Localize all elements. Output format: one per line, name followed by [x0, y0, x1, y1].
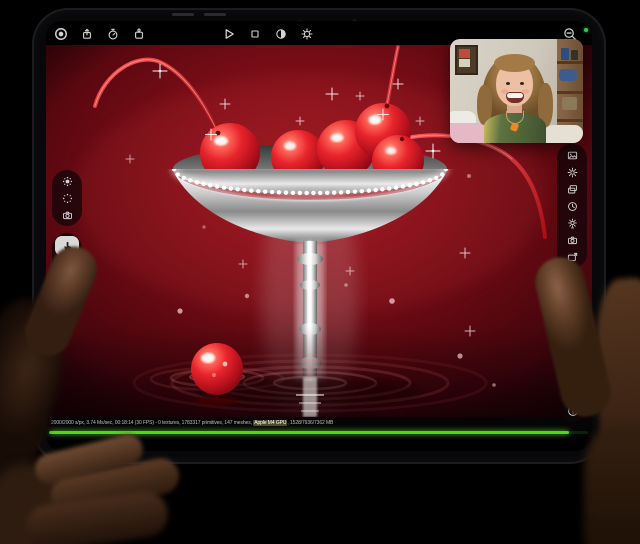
light-icon[interactable]	[56, 173, 78, 189]
left-hand-finger	[23, 488, 171, 544]
volume-button	[204, 13, 226, 16]
right-toolbar	[557, 144, 587, 268]
wall-art	[455, 45, 478, 75]
play-icon[interactable]	[220, 26, 237, 43]
gpu-label: Apple M4 GPU	[253, 420, 288, 426]
stats-right: , 1528/7936/7362 MB	[287, 420, 334, 426]
camera-active-indicator	[584, 28, 588, 32]
light-rig-icon[interactable]	[561, 215, 583, 231]
marketing-scene: 2000/2000 s/px, 3.74 Ms/sec, 00:18:14 (3…	[0, 0, 640, 544]
clock-icon[interactable]	[561, 198, 583, 214]
couch	[545, 125, 583, 143]
camera-icon[interactable]	[56, 207, 78, 223]
stop-icon[interactable]	[246, 26, 263, 43]
image-export-icon[interactable]	[561, 249, 583, 265]
top-toolbar-left	[52, 23, 147, 45]
top-toolbar-center	[220, 23, 315, 45]
ipad-screen: 2000/2000 s/px, 3.74 Ms/sec, 00:18:14 (3…	[46, 21, 592, 451]
render-settings-icon[interactable]	[298, 26, 315, 43]
stopwatch-icon[interactable]	[104, 26, 121, 43]
share-icon[interactable]	[78, 26, 95, 43]
left-hand-knuckles	[0, 464, 76, 544]
render-status-bar: 2000/2000 s/px, 3.74 Ms/sec, 00:18:14 (3…	[46, 417, 592, 437]
capture-icon[interactable]	[130, 26, 147, 43]
render-progress-bar	[49, 431, 570, 434]
orbit-icon[interactable]	[56, 257, 78, 273]
stats-left: 2000/2000 s/px, 3.74 Ms/sec, 00:18:14 (3…	[51, 420, 254, 426]
image-stack-icon[interactable]	[561, 181, 583, 197]
smile	[506, 92, 524, 103]
render-preview-icon[interactable]	[272, 26, 289, 43]
facetime-pip[interactable]	[450, 39, 583, 143]
volume-button	[172, 13, 194, 16]
record-icon[interactable]	[52, 26, 69, 43]
left-toolbar-lighting	[52, 170, 82, 226]
floating-buttons	[562, 373, 584, 422]
render-progress-track	[49, 431, 588, 434]
camera-icon[interactable]	[561, 232, 583, 248]
info-icon[interactable]	[562, 400, 584, 422]
bell-icon[interactable]	[562, 373, 584, 395]
dotted-circle-icon[interactable]	[56, 190, 78, 206]
left-hand-finger	[47, 454, 183, 518]
checkerboard-icon[interactable]	[56, 274, 78, 290]
render-stats: 2000/2000 s/px, 3.74 Ms/sec, 00:18:14 (3…	[51, 420, 333, 426]
left-toolbar-navigation	[52, 233, 82, 293]
image-icon[interactable]	[561, 147, 583, 163]
gear-icon[interactable]	[561, 164, 583, 180]
touch-icon[interactable]	[55, 236, 79, 256]
